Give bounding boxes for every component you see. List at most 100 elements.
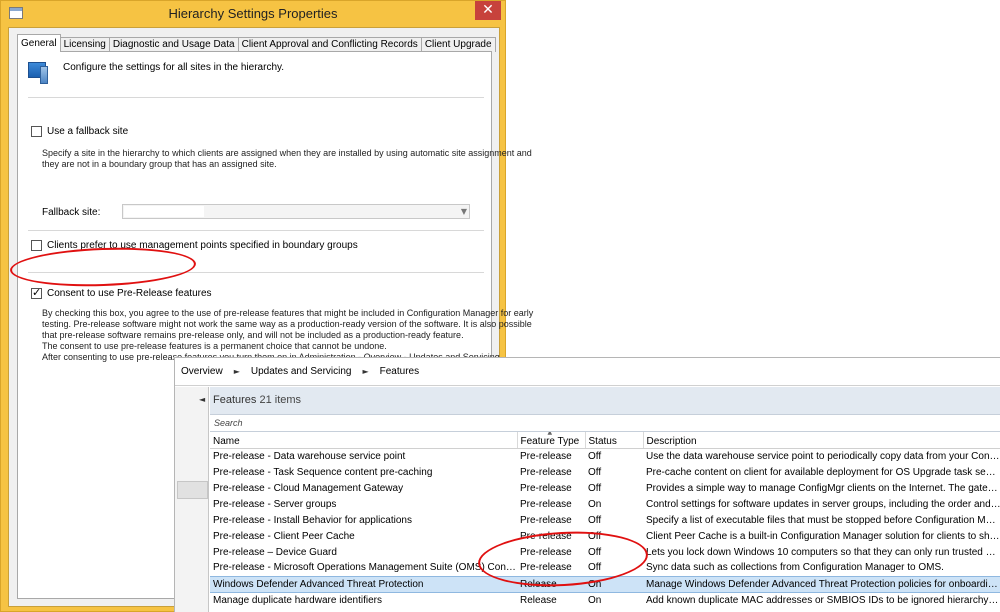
dialog-titlebar: Hierarchy Settings Properties ✕	[1, 1, 505, 27]
table-row[interactable]: Manage duplicate hardware identifiers Re…	[210, 592, 1000, 608]
cell-description: Manage Windows Defender Advanced Threat …	[643, 575, 1000, 593]
cell-description: Pre-cache content on client for availabl…	[646, 466, 1000, 478]
cell-status: Off	[588, 514, 602, 526]
table-row[interactable]: Pre-release - Data warehouse service poi…	[210, 448, 1000, 464]
consent-description-line: The consent to use pre-release features …	[42, 341, 387, 351]
clients-prefer-label: Clients prefer to use management points …	[47, 240, 358, 251]
cell-feature-type: Pre-release	[520, 498, 572, 510]
breadcrumb-overview[interactable]: Overview	[181, 366, 223, 377]
cell-name: Windows Defender Advanced Threat Protect…	[210, 575, 517, 593]
column-header-name[interactable]: Name	[210, 432, 518, 449]
table-row-selected[interactable]: Windows Defender Advanced Threat Protect…	[210, 575, 1000, 593]
cell-feature-type: Release	[520, 594, 557, 606]
cell-name: Pre-release - Task Sequence content pre-…	[213, 466, 433, 478]
cell-description: Sync data such as collections from Confi…	[646, 562, 944, 574]
consent-description-line: testing. Pre-release software might not …	[42, 319, 532, 329]
fallback-site-field-label: Fallback site:	[42, 207, 101, 218]
cell-status: On	[588, 498, 602, 510]
fallback-site-option[interactable]: Use a fallback site	[31, 126, 128, 137]
consent-description-line: that pre-release software remains pre-re…	[42, 330, 464, 340]
consent-description-line: By checking this box, you agree to the u…	[42, 308, 534, 318]
cell-feature-type: Pre-release	[520, 514, 572, 526]
cell-description: Use the data warehouse service point to …	[646, 450, 1000, 462]
cell-name: Pre-release - Cloud Management Gateway	[213, 482, 404, 494]
close-button[interactable]: ✕	[475, 1, 501, 20]
breadcrumb-arrow-icon[interactable]: ►	[362, 367, 368, 376]
cell-status: Off	[588, 482, 602, 494]
tab-client-approval[interactable]: Client Approval and Conflicting Records	[237, 37, 422, 52]
column-header-status[interactable]: Status	[585, 432, 644, 449]
cell-status: Off	[588, 530, 602, 542]
search-input[interactable]: Search	[210, 415, 1000, 432]
features-console: Overview ► Updates and Servicing ► Featu…	[174, 357, 1000, 612]
breadcrumb-features[interactable]: Features	[380, 366, 419, 377]
breadcrumb-arrow-icon[interactable]: ►	[234, 367, 240, 376]
cell-status: Off	[588, 562, 602, 574]
cell-feature-type: Pre-release	[520, 530, 572, 542]
cell-name: Manage duplicate hardware identifiers	[213, 594, 382, 606]
cell-feature-type: Pre-release	[520, 450, 572, 462]
clients-prefer-checkbox[interactable]	[31, 240, 42, 251]
breadcrumb-updates-servicing[interactable]: Updates and Servicing	[251, 366, 352, 377]
table-row[interactable]: Pre-release - Server groups Pre-release …	[210, 496, 1000, 512]
cell-status: Off	[588, 546, 602, 558]
cell-feature-type: Pre-release	[520, 562, 572, 574]
column-header-feature-type[interactable]: ▲ Feature Type	[517, 432, 586, 449]
features-table: Name ▲ Feature Type Status Description Pr…	[210, 432, 1000, 608]
cell-name: Pre-release - Server groups	[213, 498, 337, 510]
divider	[28, 272, 484, 273]
fallback-site-combobox[interactable]: ▼	[122, 204, 470, 219]
consent-prerelease-checkbox[interactable]	[31, 286, 42, 299]
consent-prerelease-option[interactable]: Consent to use Pre-Release features	[31, 286, 212, 299]
cell-description: Client Peer Cache is a built-in Configur…	[646, 530, 1000, 542]
cell-description: Control settings for software updates in…	[646, 498, 1000, 510]
list-header: Features 21 items	[210, 387, 1000, 415]
cell-feature-type: Pre-release	[520, 466, 572, 478]
cell-name: Pre-release – Device Guard	[213, 546, 337, 558]
cell-description: Specify a list of executable files that …	[646, 514, 1000, 526]
dialog-title: Hierarchy Settings Properties	[168, 6, 338, 21]
search-placeholder: Search	[214, 418, 243, 428]
cell-status: On	[588, 594, 602, 606]
cell-feature-type: Release	[517, 575, 585, 593]
table-header-row: Name ▲ Feature Type Status Description	[210, 432, 1000, 449]
table-row[interactable]: Pre-release – Device Guard Pre-release O…	[210, 544, 1000, 560]
hierarchy-computer-icon	[28, 60, 48, 84]
fallback-description: Specify a site in the hierarchy to which…	[42, 148, 532, 170]
collapse-arrow-icon[interactable]: ◄	[199, 395, 205, 404]
breadcrumb: Overview ► Updates and Servicing ► Featu…	[175, 358, 1000, 386]
tab-strip: General Licensing Diagnostic and Usage D…	[17, 34, 496, 52]
chevron-down-icon: ▼	[460, 207, 467, 216]
table-row[interactable]: Pre-release - Task Sequence content pre-…	[210, 464, 1000, 480]
table-row[interactable]: Pre-release - Install Behavior for appli…	[210, 512, 1000, 528]
divider	[28, 97, 484, 98]
cell-name: Pre-release - Client Peer Cache	[213, 530, 355, 542]
fallback-description-line: they are not in a boundary group that ha…	[42, 159, 277, 169]
cell-description: Lets you lock down Windows 10 computers …	[646, 546, 1000, 558]
navigation-pane: ◄	[175, 387, 209, 612]
intro-text: Configure the settings for all sites in …	[63, 62, 285, 73]
table-row[interactable]: Pre-release - Microsoft Operations Manag…	[210, 560, 1000, 576]
fallback-description-line: Specify a site in the hierarchy to which…	[42, 148, 532, 158]
cell-status: On	[585, 575, 643, 593]
clients-prefer-option[interactable]: Clients prefer to use management points …	[31, 240, 358, 251]
table-row[interactable]: Pre-release - Client Peer Cache Pre-rele…	[210, 528, 1000, 544]
cell-name: Pre-release - Install Behavior for appli…	[213, 514, 412, 526]
fallback-site-label: Use a fallback site	[47, 126, 129, 137]
features-list: Features 21 items Search Name ▲ Feature T…	[210, 387, 1000, 612]
cell-status: Off	[588, 466, 602, 478]
fallback-site-checkbox[interactable]	[31, 126, 42, 137]
tab-general[interactable]: General	[17, 34, 61, 52]
sort-arrow-icon: ▲	[547, 432, 553, 436]
tab-client-upgrade[interactable]: Client Upgrade	[420, 37, 496, 52]
fallback-site-value	[124, 206, 204, 217]
cell-feature-type: Pre-release	[520, 546, 572, 558]
list-title: Features	[213, 394, 257, 406]
column-header-description[interactable]: Description	[643, 432, 1000, 449]
tab-diagnostic-usage-data[interactable]: Diagnostic and Usage Data	[108, 37, 239, 52]
nav-pane-item[interactable]	[177, 481, 208, 499]
table-row[interactable]: Pre-release - Cloud Management Gateway P…	[210, 480, 1000, 496]
cell-name: Pre-release - Microsoft Operations Manag…	[213, 562, 517, 574]
tab-licensing[interactable]: Licensing	[59, 37, 110, 52]
consent-description: By checking this box, you agree to the u…	[42, 308, 534, 363]
